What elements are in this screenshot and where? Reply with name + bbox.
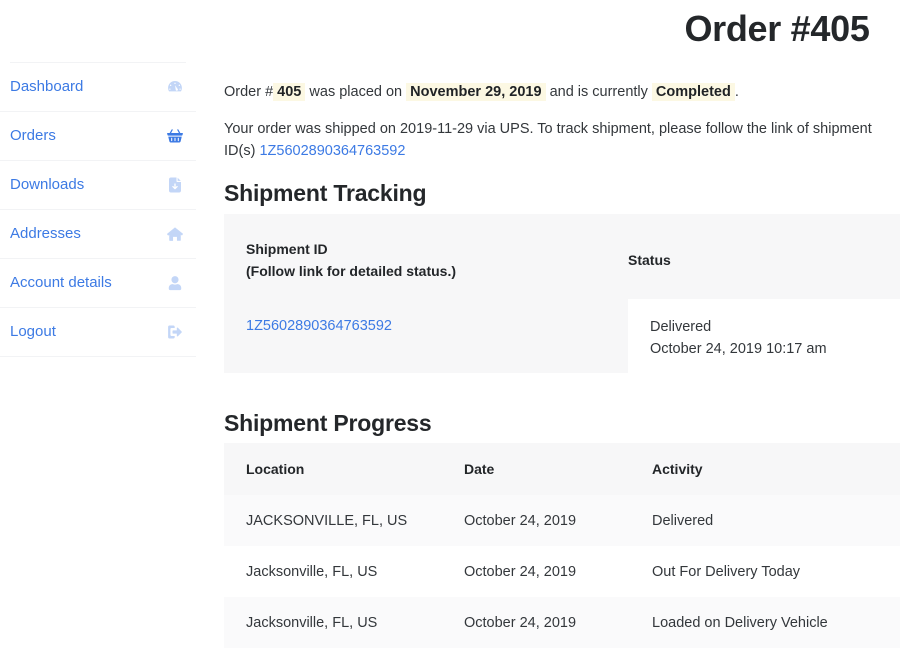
shipment-tracking-header-row: Shipment ID (Follow link for detailed st…	[224, 214, 900, 299]
cell-location: Jacksonville, FL, US	[246, 614, 378, 631]
column-header-location: Location	[246, 461, 305, 477]
shipment-id-header-label: Shipment ID	[246, 241, 328, 257]
shipment-progress-heading: Shipment Progress	[224, 410, 432, 436]
sidebar-item-addresses[interactable]: Addresses	[0, 210, 196, 259]
home-icon	[166, 225, 184, 243]
sign-out-icon	[166, 323, 184, 341]
order-number-badge: 405	[273, 82, 306, 101]
shipment-tracking-table: Shipment ID (Follow link for detailed st…	[224, 214, 900, 373]
cell-date: October 24, 2019	[464, 614, 577, 631]
order-sentence-period: .	[734, 83, 739, 100]
sidebar-item-label: Dashboard	[10, 78, 84, 95]
sidebar-item-orders[interactable]: Orders	[0, 112, 196, 161]
table-row: Jacksonville, FL, US October 24, 2019 Ou…	[224, 546, 900, 597]
cell-activity: Loaded on Delivery Vehicle	[652, 614, 828, 631]
sidebar-item-label: Downloads	[10, 176, 85, 193]
table-header-row: Location Date Activity	[224, 443, 900, 495]
tracking-status-value: Delivered	[650, 319, 712, 335]
cell-date: October 24, 2019	[464, 563, 577, 580]
shipment-tracking-body-cell-left	[224, 299, 628, 373]
order-currently-label: and is currently	[549, 83, 648, 100]
sidebar-nav-list: Dashboard Orders Downloads Addresses Acc	[0, 63, 196, 357]
tracking-shipment-id-link[interactable]: 1Z5602890364763592	[246, 316, 392, 336]
cell-date: October 24, 2019	[464, 512, 577, 529]
shipment-id-link[interactable]: 1Z5602890364763592	[259, 143, 405, 159]
tracking-status-cell: Delivered October 24, 2019 10:17 am	[650, 316, 827, 360]
sidebar-item-dashboard[interactable]: Dashboard	[0, 63, 196, 112]
page-title: Order #405	[684, 8, 870, 49]
sidebar-item-account-details[interactable]: Account details	[0, 259, 196, 308]
shipment-progress-thead: Location Date Activity	[224, 443, 900, 495]
status-column-header: Status	[628, 252, 671, 268]
sidebar-item-label: Addresses	[10, 225, 81, 242]
column-header-activity: Activity	[652, 461, 703, 477]
shipment-progress-tbody: JACKSONVILLE, FL, US October 24, 2019 De…	[224, 495, 900, 648]
order-date-badge: November 29, 2019	[406, 82, 546, 101]
shipment-id-column-header: Shipment ID (Follow link for detailed st…	[246, 238, 456, 282]
sidebar-item-downloads[interactable]: Downloads	[0, 161, 196, 210]
cell-activity: Out For Delivery Today	[652, 563, 801, 580]
sidebar-item-label: Logout	[10, 323, 56, 340]
order-summary-text: Order #405 was placed on November 29, 20…	[224, 81, 900, 103]
download-file-icon	[166, 176, 184, 194]
user-icon	[166, 274, 184, 292]
table-row: Jacksonville, FL, US October 24, 2019 Lo…	[224, 597, 900, 648]
order-status-badge: Completed	[651, 82, 735, 101]
cell-activity: Delivered	[652, 512, 714, 529]
cell-location: JACKSONVILLE, FL, US	[246, 512, 408, 529]
cell-location: Jacksonville, FL, US	[246, 563, 378, 580]
tracking-status-timestamp: October 24, 2019 10:17 am	[650, 341, 827, 357]
column-header-date: Date	[464, 461, 495, 477]
sidebar-item-label: Account details	[10, 274, 112, 291]
order-main-content: Order #405 Order #405 was placed on Nove…	[218, 0, 900, 671]
sidebar-item-logout[interactable]: Logout	[0, 308, 196, 357]
shipment-progress-table: Location Date Activity JACKSONVILLE, FL,…	[224, 443, 900, 648]
order-prefix-label: Order #	[224, 83, 274, 100]
sidebar-item-label: Orders	[10, 127, 56, 144]
shopping-basket-icon	[166, 127, 184, 145]
shipment-tracking-heading: Shipment Tracking	[224, 180, 427, 206]
account-sidebar: Dashboard Orders Downloads Addresses Acc	[0, 0, 196, 671]
order-placed-label: was placed on	[309, 83, 403, 100]
shipped-note-text: Your order was shipped on 2019-11-29 via…	[224, 118, 900, 162]
shipment-id-header-note: (Follow link for detailed status.)	[246, 263, 457, 279]
table-row: JACKSONVILLE, FL, US October 24, 2019 De…	[224, 495, 900, 546]
dashboard-gauge-icon	[166, 78, 184, 96]
